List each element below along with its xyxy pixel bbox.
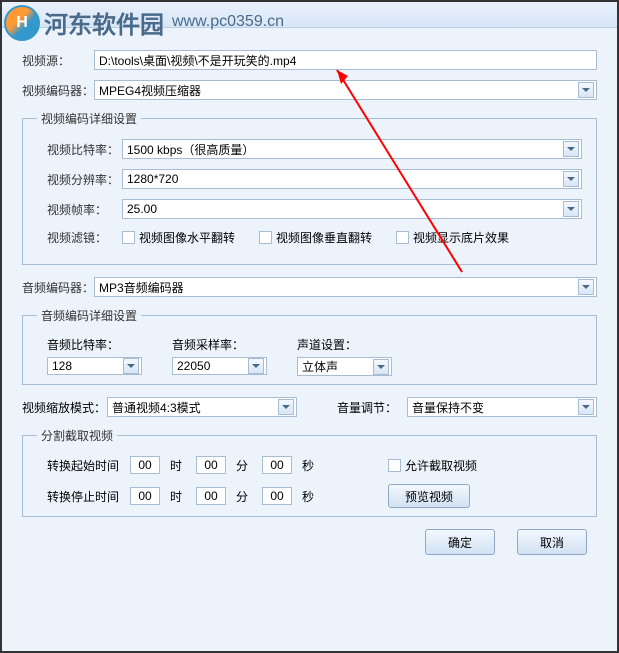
scale-label: 视频缩放模式： [22,399,107,416]
source-input[interactable] [94,50,597,70]
watermark-url: www.pc0359.cn [172,13,284,31]
stop-hour-input[interactable] [130,487,160,505]
audio-channel-value: 立体声 [302,358,338,375]
audio-bitrate-select[interactable]: 128 [47,357,142,375]
stop-time-label: 转换停止时间 [37,488,122,505]
watermark: H 河东软件园 www.pc0359.cn [2,2,284,42]
volume-label: 音量调节： [337,399,407,416]
allow-split-checkbox[interactable]: 允许截取视频 [388,457,477,474]
stop-sec-input[interactable] [262,487,292,505]
audio-bitrate-value: 128 [52,359,72,373]
audio-encoder-label: 音频编码器： [22,279,94,296]
audio-channel-label: 声道设置： [297,336,392,353]
chevron-down-icon [563,171,579,187]
video-resolution-label: 视频分辨率： [37,171,122,188]
chevron-down-icon [123,358,139,374]
scale-value: 普通视频4:3模式 [112,399,201,416]
audio-samplerate-select[interactable]: 22050 [172,357,267,375]
start-sec-input[interactable] [262,456,292,474]
chevron-down-icon [373,359,389,375]
split-fieldset: 分割截取视频 转换起始时间 时 分 秒 允许截取视频 转换停止时间 时 分 秒 … [22,427,597,517]
video-fps-select[interactable]: 25.00 [122,199,582,219]
main-panel: H 河东软件园 www.pc0359.cn 视频源： 视频编码器： MPEG4视… [0,0,619,653]
hflip-checkbox[interactable]: 视频图像水平翻转 [122,229,235,246]
scale-select[interactable]: 普通视频4:3模式 [107,397,297,417]
start-min-input[interactable] [196,456,226,474]
start-hour-input[interactable] [130,456,160,474]
stop-min-input[interactable] [196,487,226,505]
audio-samplerate-label: 音频采样率： [172,336,267,353]
audio-detail-legend: 音频编码详细设置 [37,307,141,324]
chevron-down-icon [563,201,579,217]
video-encoder-select[interactable]: MPEG4视频压缩器 [94,80,597,100]
chevron-down-icon [578,82,594,98]
video-bitrate-value: 1500 kbps（很高质量） [127,141,254,158]
chevron-down-icon [578,279,594,295]
video-filter-label: 视频滤镜： [37,229,122,246]
video-fps-label: 视频帧率： [37,201,122,218]
audio-encoder-value: MP3音频编码器 [99,279,184,296]
chevron-down-icon [563,141,579,157]
video-fps-value: 25.00 [127,202,157,216]
video-bitrate-select[interactable]: 1500 kbps（很高质量） [122,139,582,159]
watermark-logo: H [4,5,40,41]
split-legend: 分割截取视频 [37,427,117,444]
vflip-checkbox[interactable]: 视频图像垂直翻转 [259,229,372,246]
video-resolution-value: 1280*720 [127,172,178,186]
start-time-label: 转换起始时间 [37,457,122,474]
content-area: 视频源： 视频编码器： MPEG4视频压缩器 视频编码详细设置 视频比特率： 1… [2,28,617,567]
video-encoder-label: 视频编码器： [22,82,94,99]
video-bitrate-label: 视频比特率： [37,141,122,158]
video-encoder-value: MPEG4视频压缩器 [99,82,201,99]
audio-detail-fieldset: 音频编码详细设置 音频比特率： 128 音频采样率： 22050 [22,307,597,385]
video-resolution-select[interactable]: 1280*720 [122,169,582,189]
audio-channel-select[interactable]: 立体声 [297,357,392,376]
watermark-text: 河东软件园 [44,5,164,40]
preview-button[interactable]: 预览视频 [388,484,470,508]
audio-encoder-select[interactable]: MP3音频编码器 [94,277,597,297]
volume-select[interactable]: 音量保持不变 [407,397,597,417]
chevron-down-icon [248,358,264,374]
negative-checkbox[interactable]: 视频显示底片效果 [396,229,509,246]
cancel-button[interactable]: 取消 [517,529,587,555]
chevron-down-icon [278,399,294,415]
audio-samplerate-value: 22050 [177,359,210,373]
chevron-down-icon [578,399,594,415]
source-label: 视频源： [22,52,94,69]
volume-value: 音量保持不变 [412,399,484,416]
video-detail-fieldset: 视频编码详细设置 视频比特率： 1500 kbps（很高质量） 视频分辨率： 1… [22,110,597,265]
ok-button[interactable]: 确定 [425,529,495,555]
audio-bitrate-label: 音频比特率： [37,336,142,353]
video-detail-legend: 视频编码详细设置 [37,110,141,127]
